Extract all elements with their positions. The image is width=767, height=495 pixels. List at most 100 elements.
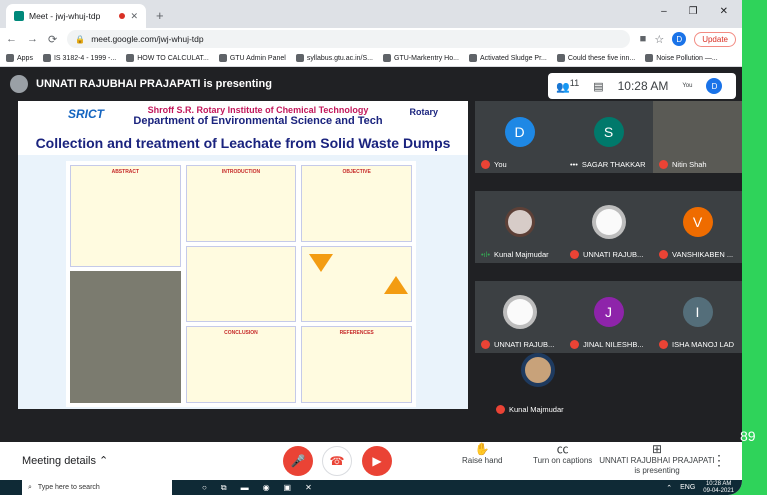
- update-button[interactable]: Update: [694, 31, 736, 47]
- self-view-tile[interactable]: Kunal Majmudar: [490, 349, 585, 424]
- tray-time: 10:28 AM: [705, 480, 732, 487]
- poster-col-mid: INTRODUCTION CONCLUSION: [185, 165, 297, 404]
- participant-tile[interactable]: UNNATI RAJUB...: [475, 281, 564, 353]
- participant-tile[interactable]: V VANSHIKABEN ...: [653, 191, 742, 263]
- back-icon[interactable]: ←: [6, 33, 17, 45]
- objective-section: OBJECTIVE: [301, 165, 412, 242]
- minimize-button[interactable]: –: [661, 6, 667, 17]
- mic-toggle-button[interactable]: 🎤: [283, 446, 313, 476]
- captions-button[interactable]: ㏄ Turn on captions: [533, 443, 593, 466]
- network-icon[interactable]: ⌃: [666, 484, 672, 492]
- reload-icon[interactable]: ⟳: [48, 33, 57, 46]
- references-section: REFERENCES: [301, 326, 412, 404]
- tray-clock[interactable]: 10:28 AM 09-04-2021: [703, 481, 734, 495]
- file-explorer-icon[interactable]: ▬: [241, 483, 249, 493]
- bookmark-item[interactable]: Activated Sludge Pr...: [468, 54, 547, 62]
- bookmark-item[interactable]: HOW TO CALCULAT...: [126, 54, 209, 62]
- participant-tile[interactable]: D You: [475, 101, 564, 173]
- bookmark-icon: [42, 54, 51, 62]
- camera-icon[interactable]: ■: [640, 33, 647, 45]
- captions-label: Turn on captions: [533, 456, 593, 465]
- new-tab-button[interactable]: +: [156, 8, 164, 23]
- participant-tile[interactable]: UNNATI RAJUB...: [564, 191, 653, 263]
- participant-tile[interactable]: •ıl• Kunal Majmudar: [475, 191, 564, 263]
- participant-initial: D: [504, 117, 535, 147]
- meeting-details-button[interactable]: Meeting details ⌃: [22, 454, 108, 467]
- mic-off-icon: [570, 250, 579, 259]
- taskbar-apps: ○ ⧉ ▬ ◉ ▣ ✕: [202, 483, 312, 493]
- raise-hand-button[interactable]: ✋ Raise hand: [462, 443, 503, 466]
- overlay-number: 89: [740, 428, 756, 444]
- mic-off-icon: [570, 340, 579, 349]
- poster-col-left: ABSTRACT: [70, 165, 181, 403]
- forward-icon[interactable]: →: [27, 33, 38, 45]
- participant-count: 11: [569, 78, 580, 89]
- leave-call-button[interactable]: ☎: [322, 446, 352, 476]
- present-button[interactable]: ⊞ UNNATI RAJUBHAI PRAJAPATI is presenting: [596, 442, 718, 476]
- bookmark-item[interactable]: GTU Admin Panel: [218, 54, 286, 62]
- store-icon[interactable]: ▣: [284, 483, 292, 493]
- participant-name: UNNATI RAJUB...: [494, 340, 555, 349]
- department-line: Department of Environmental Science and …: [133, 115, 383, 127]
- present-icon: ⊞: [651, 442, 663, 456]
- close-tab-icon[interactable]: ✕: [130, 11, 138, 22]
- tray-date: 09-04-2021: [703, 487, 734, 494]
- lang-label[interactable]: ENG: [680, 484, 695, 491]
- participant-tile[interactable]: S ••• SAGAR THAKKAR: [564, 101, 653, 173]
- presenting-label: UNNATI RAJUBHAI PRAJAPATI: [599, 456, 715, 465]
- people-icon[interactable]: 👥11: [556, 78, 579, 94]
- participant-name: Nitin Shah: [672, 160, 707, 169]
- participant-tile[interactable]: Nitin Shah: [653, 101, 742, 173]
- down-arrow-icon: [309, 253, 334, 272]
- cortana-icon[interactable]: ○: [202, 483, 207, 493]
- bookmark-icon: [295, 54, 304, 62]
- participant-tile[interactable]: I ISHA MANOJ LAD: [653, 281, 742, 353]
- camera-toggle-button[interactable]: ▶: [362, 446, 392, 476]
- maximize-button[interactable]: ❐: [689, 6, 698, 17]
- lock-icon: 🔒: [75, 34, 86, 44]
- bookmark-icon: [645, 54, 654, 62]
- participant-name: VANSHIKABEN ...: [672, 250, 734, 259]
- bookmark-item[interactable]: Apps: [6, 54, 33, 62]
- profile-avatar[interactable]: D: [672, 32, 687, 46]
- bookmark-item[interactable]: GTU-Markentry Ho...: [383, 54, 459, 62]
- srict-logo: SRICT: [68, 107, 104, 121]
- task-view-icon[interactable]: ⧉: [221, 483, 227, 493]
- rotary-logo: Rotary: [409, 107, 438, 117]
- speaking-icon: •ıl•: [481, 250, 491, 259]
- up-arrow-icon: [383, 275, 408, 294]
- meet-control-bar: Meeting details ⌃ 🎤 ☎ ▶ ✋ Raise hand ㏄ Tur…: [0, 442, 742, 480]
- section-heading: INTRODUCTION: [221, 169, 261, 175]
- conclusion-section: CONCLUSION: [185, 326, 297, 404]
- more-options-button[interactable]: ⋮: [712, 452, 726, 469]
- bookmark-item[interactable]: Could these five inn...: [556, 54, 635, 62]
- excel-icon[interactable]: ✕: [305, 483, 312, 493]
- participant-initial: J: [593, 297, 624, 327]
- mic-off-icon: [481, 160, 490, 169]
- meeting-info-box: 👥11 ▤ 10:28 AM You D: [548, 73, 736, 99]
- omnibox[interactable]: 🔒 meet.google.com/jwj-whuj-tdp: [67, 30, 630, 48]
- taskbar-search[interactable]: ⌕ Type here to search: [22, 480, 172, 495]
- bookmark-item[interactable]: syllabus.gtu.ac.in/S...: [295, 54, 373, 62]
- bookmark-item[interactable]: Noise Pollution —...: [645, 54, 718, 62]
- close-window-button[interactable]: ✕: [720, 6, 728, 17]
- bookmark-item[interactable]: IS 3182-4 - 1999 -...: [42, 54, 116, 62]
- raise-hand-label: Raise hand: [462, 456, 503, 465]
- participant-initial: S: [593, 117, 624, 147]
- chrome-icon[interactable]: ◉: [263, 483, 270, 493]
- section-heading: CONCLUSION: [224, 330, 258, 337]
- poster-col-right: OBJECTIVE REFERENCES: [301, 165, 412, 404]
- participant-initial: V: [682, 207, 713, 237]
- participant-tile[interactable]: J JINAL NILESHB...: [564, 281, 653, 353]
- self-avatar[interactable]: D: [706, 78, 723, 94]
- chat-icon[interactable]: ▤: [593, 80, 603, 93]
- abstract-section: ABSTRACT: [70, 165, 181, 268]
- tab-meet[interactable]: Meet - jwj-whuj-tdp ✕: [6, 4, 146, 28]
- meeting-time: 10:28 AM: [617, 79, 669, 93]
- star-icon[interactable]: ☆: [654, 33, 664, 46]
- presenting-text: UNNATI RAJUBHAI PRAJAPATI is presenting: [36, 78, 272, 90]
- slide-header: SRICT Shroff S.R. Rotary Institute of Ch…: [18, 101, 468, 155]
- participant-name: SAGAR THAKKAR: [581, 160, 646, 169]
- bookmark-icon: [468, 54, 477, 62]
- search-placeholder: Type here to search: [37, 484, 100, 491]
